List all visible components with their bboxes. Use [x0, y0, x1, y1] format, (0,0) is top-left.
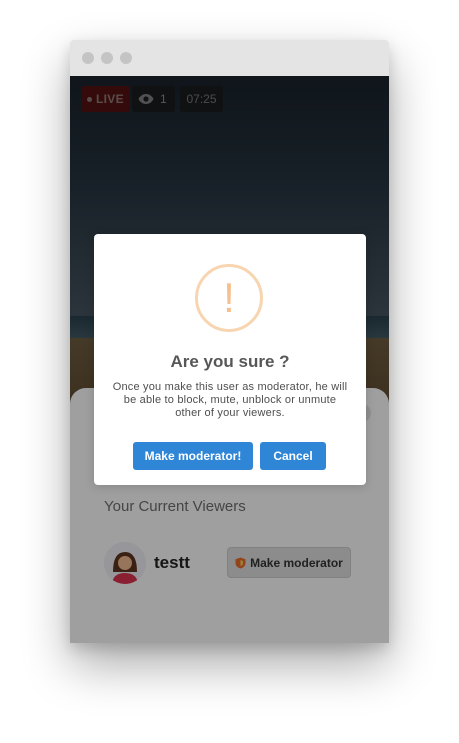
- window-control-dot[interactable]: [101, 52, 113, 64]
- confirm-dialog: ! Are you sure ? Once you make this user…: [94, 234, 366, 485]
- window-control-dot[interactable]: [120, 52, 132, 64]
- window-titlebar: [70, 40, 389, 76]
- cancel-button[interactable]: Cancel: [260, 442, 326, 470]
- window-control-dot[interactable]: [82, 52, 94, 64]
- dialog-title: Are you sure ?: [170, 352, 290, 371]
- warning-icon: !: [195, 264, 263, 332]
- dialog-message: Once you make this user as moderator, he…: [112, 381, 348, 419]
- confirm-make-moderator-button[interactable]: Make moderator!: [133, 442, 253, 470]
- warning-icon-glyph: !: [223, 274, 235, 321]
